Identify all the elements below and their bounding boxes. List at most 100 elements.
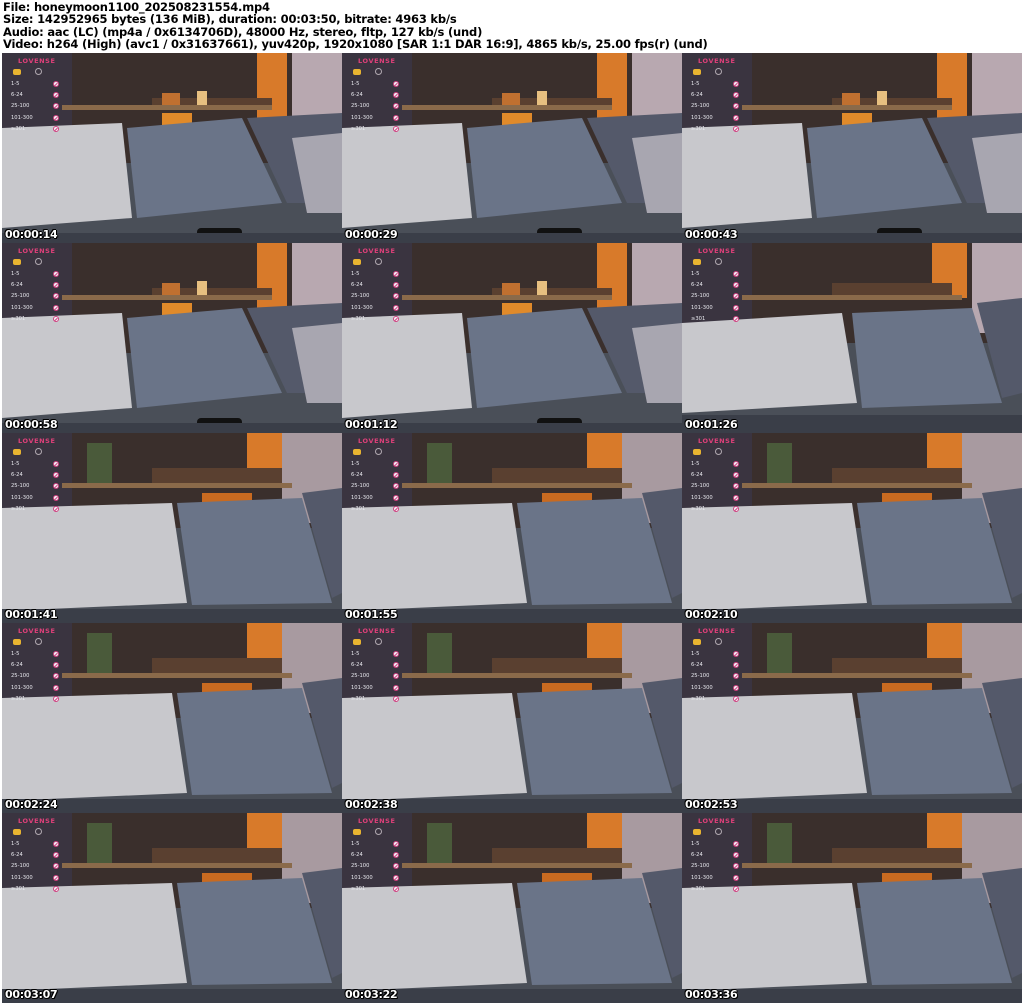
timestamp-label: 00:00:58: [5, 418, 58, 431]
tip-level-row: 1-5: [346, 78, 408, 89]
tip-level-row: 25-100: [6, 861, 68, 872]
disabled-icon: [733, 80, 739, 87]
tip-level-label: 6-24: [11, 662, 23, 669]
tip-level-row: ≥301: [346, 884, 408, 895]
disabled-icon: [733, 662, 739, 669]
clock-icon: [375, 638, 382, 645]
tip-level-label: 101-300: [691, 684, 713, 691]
tip-level-row: 6-24: [686, 89, 748, 100]
tip-level-row: ≥301: [346, 314, 408, 325]
video-thumbnail: LOVENSE 1-5 6-24 25-100 101-300 ≥301 00:01:41: [2, 433, 342, 623]
timestamp-label: 00:01:12: [345, 418, 398, 431]
video-thumbnail: LOVENSE 1-5 6-24 25-100 101-300 ≥301 00:01:26: [682, 243, 1022, 433]
video-thumbnail: LOVENSE 1-5 6-24 25-100 101-300 ≥301 00:00:43: [682, 53, 1022, 243]
tip-level-row: 1-5: [686, 458, 748, 469]
tip-level-row: 25-100: [6, 101, 68, 112]
disabled-icon: [733, 684, 739, 691]
tip-level-label: 25-100: [11, 483, 30, 490]
file-size-line: Size: 142952965 bytes (136 MiB), duratio…: [3, 12, 457, 27]
disabled-icon: [53, 874, 59, 881]
lovense-brand-label: LOVENSE: [698, 247, 736, 255]
tip-level-label: 101-300: [351, 684, 373, 691]
tip-level-row: 101-300: [6, 302, 68, 313]
tip-level-row: 101-300: [686, 872, 748, 883]
tip-level-label: ≥301: [11, 316, 26, 323]
clock-icon: [35, 258, 42, 265]
tip-level-label: 101-300: [11, 304, 33, 311]
tip-coin-icon: [353, 68, 361, 75]
video-thumbnail: LOVENSE 1-5 6-24 25-100 101-300 ≥301 00:02:53: [682, 623, 1022, 813]
video-thumbnail: LOVENSE 1-5 6-24 25-100 101-300 ≥301 00:00:29: [342, 53, 682, 243]
tip-level-row: 6-24: [6, 279, 68, 290]
tip-level-label: 1-5: [11, 270, 20, 277]
tip-level-row: 25-100: [686, 861, 748, 872]
tip-level-label: 25-100: [351, 103, 370, 110]
tip-level-label: ≥301: [691, 126, 706, 133]
disabled-icon: [53, 662, 59, 669]
tip-level-label: 6-24: [351, 282, 363, 289]
video-thumbnail: LOVENSE 1-5 6-24 25-100 101-300 ≥301 00:00:14: [2, 53, 342, 243]
tip-level-row: ≥301: [6, 884, 68, 895]
tip-level-label: 101-300: [11, 494, 33, 501]
tip-level-row: 25-100: [686, 671, 748, 682]
disabled-icon: [733, 316, 739, 323]
tip-level-label: 25-100: [691, 103, 710, 110]
tip-level-row: 101-300: [6, 112, 68, 123]
tip-level-label: 1-5: [351, 650, 360, 657]
disabled-icon: [53, 852, 59, 859]
lovense-overlay: LOVENSE 1-5 6-24 25-100 101-300 ≥301: [686, 247, 748, 325]
disabled-icon: [393, 494, 399, 501]
disabled-icon: [53, 103, 59, 110]
tip-level-row: 6-24: [346, 89, 408, 100]
tip-level-label: 1-5: [351, 80, 360, 87]
tip-level-label: 101-300: [351, 114, 373, 121]
clock-icon: [375, 258, 382, 265]
video-thumbnail: LOVENSE 1-5 6-24 25-100 101-300 ≥301 00:02:38: [342, 623, 682, 813]
disabled-icon: [733, 270, 739, 277]
tip-level-label: 101-300: [351, 304, 373, 311]
disabled-icon: [733, 460, 739, 467]
lovense-overlay: LOVENSE 1-5 6-24 25-100 101-300 ≥301: [346, 627, 408, 705]
tip-coin-icon: [13, 68, 21, 75]
tip-level-row: 101-300: [6, 872, 68, 883]
clock-icon: [715, 828, 722, 835]
timestamp-label: 00:03:22: [345, 988, 398, 1001]
tip-level-label: 1-5: [11, 650, 20, 657]
clock-icon: [35, 828, 42, 835]
tip-level-row: 25-100: [686, 101, 748, 112]
clock-icon: [375, 68, 382, 75]
tip-level-row: ≥301: [686, 884, 748, 895]
tip-level-row: ≥301: [346, 504, 408, 515]
lovense-brand-label: LOVENSE: [18, 57, 56, 65]
tip-level-label: 25-100: [351, 293, 370, 300]
tip-level-label: 6-24: [691, 282, 703, 289]
disabled-icon: [733, 840, 739, 847]
disabled-icon: [733, 886, 739, 893]
tip-level-row: 101-300: [686, 682, 748, 693]
clock-icon: [35, 448, 42, 455]
disabled-icon: [53, 293, 59, 300]
tip-coin-icon: [693, 258, 701, 265]
timestamp-label: 00:02:38: [345, 798, 398, 811]
clock-icon: [715, 258, 722, 265]
lovense-overlay: LOVENSE 1-5 6-24 25-100 101-300 ≥301: [686, 437, 748, 515]
tip-level-label: 6-24: [351, 852, 363, 859]
tip-level-label: ≥301: [351, 886, 366, 893]
lovense-overlay: LOVENSE 1-5 6-24 25-100 101-300 ≥301: [346, 437, 408, 515]
disabled-icon: [393, 103, 399, 110]
tip-level-label: ≥301: [11, 126, 26, 133]
tip-level-label: 6-24: [11, 282, 23, 289]
disabled-icon: [53, 696, 59, 703]
tip-level-row: 25-100: [346, 481, 408, 492]
tip-level-label: ≥301: [691, 696, 706, 703]
thumbnail-grid: LOVENSE 1-5 6-24 25-100 101-300 ≥301 00:00:14 …: [2, 53, 1022, 1003]
video-thumbnail: LOVENSE 1-5 6-24 25-100 101-300 ≥301 00:00:58: [2, 243, 342, 433]
lovense-brand-label: LOVENSE: [358, 627, 396, 635]
timestamp-label: 00:02:53: [685, 798, 738, 811]
clock-icon: [715, 68, 722, 75]
tip-level-row: 6-24: [346, 659, 408, 670]
disabled-icon: [53, 472, 59, 479]
tip-coin-icon: [693, 828, 701, 835]
tip-level-label: 1-5: [351, 460, 360, 467]
tip-level-row: 6-24: [6, 849, 68, 860]
